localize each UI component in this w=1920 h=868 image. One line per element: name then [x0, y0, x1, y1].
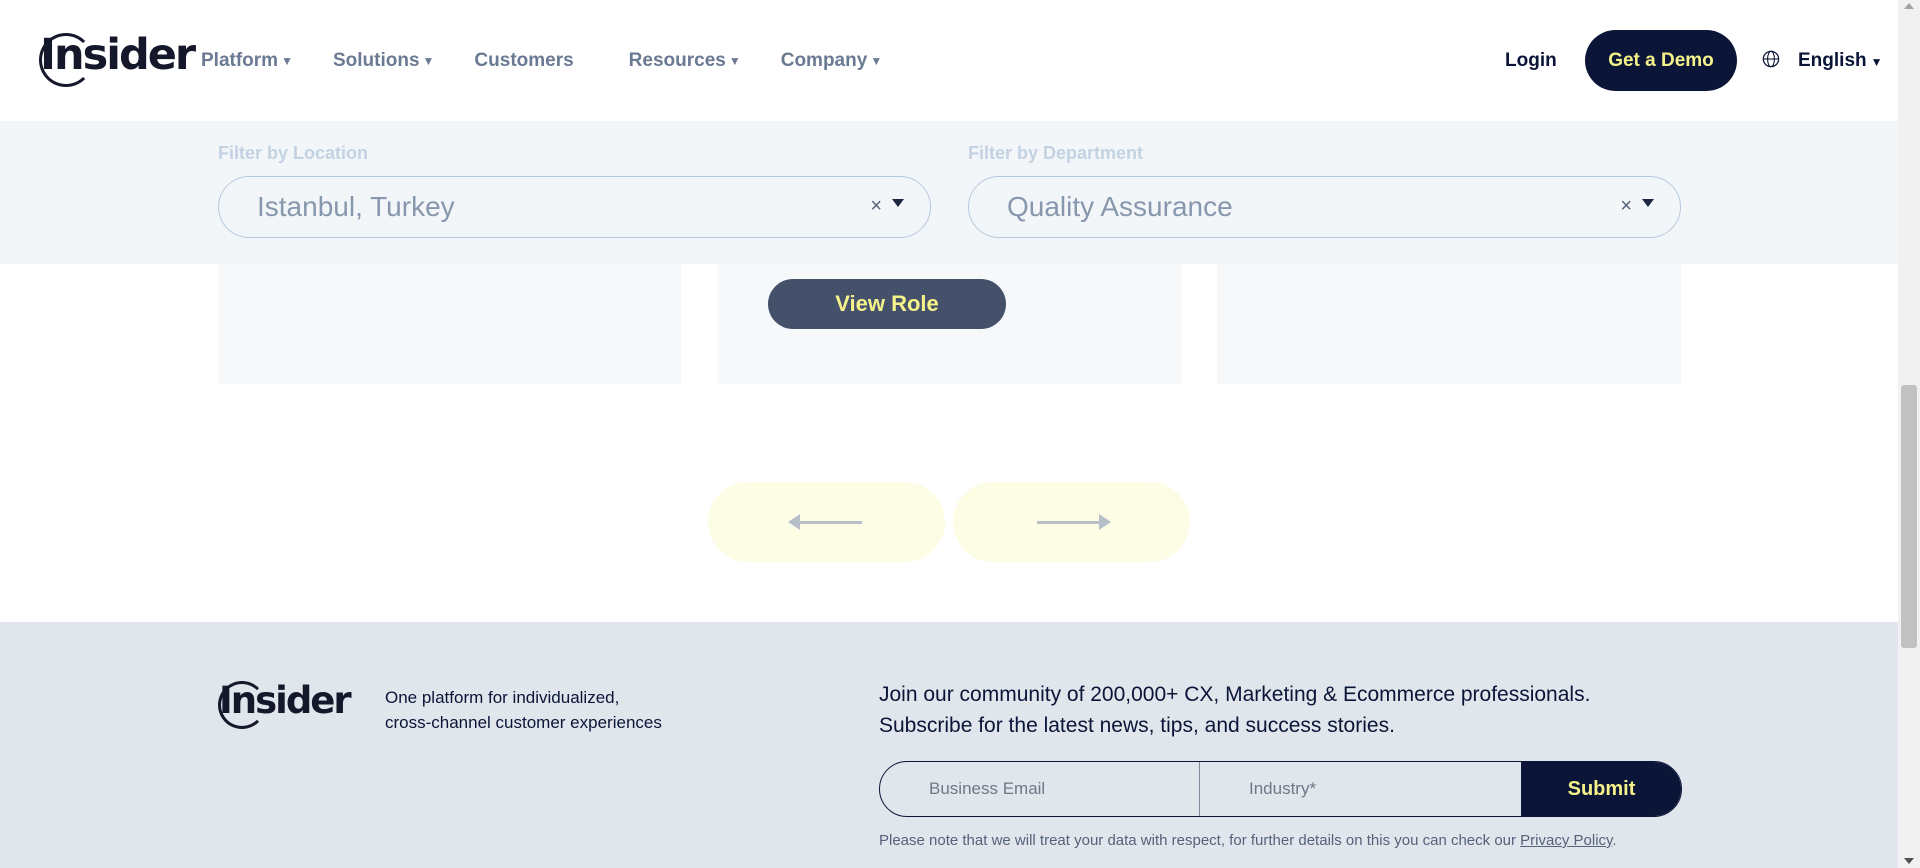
- main-nav: Platform ▼ Solutions ▼ Customers Resources…: [201, 50, 922, 72]
- privacy-policy-link[interactable]: Privacy Policy: [1520, 832, 1612, 849]
- chevron-down-icon: ▼: [870, 54, 883, 68]
- chevron-down-icon: ▼: [281, 54, 293, 68]
- job-filters: Filter by Location Istanbul, Turkey × Fi…: [0, 121, 1898, 264]
- newsletter-form: Submit: [879, 761, 1682, 817]
- job-card: [1217, 264, 1681, 384]
- newsletter-heading: Join our community of 200,000+ CX, Marke…: [879, 679, 1590, 741]
- scroll-down-icon[interactable]: [1904, 858, 1914, 864]
- logo-ring-icon: [218, 681, 266, 729]
- chevron-down-icon: ▼: [422, 54, 435, 68]
- chevron-down-icon: ▼: [1870, 55, 1883, 69]
- nav-customers-label: Customers: [474, 50, 574, 71]
- nav-company-label: Company: [780, 50, 868, 71]
- newsletter-line: Join our community of 200,000+ CX, Marke…: [879, 683, 1591, 706]
- clear-location-icon[interactable]: ×: [870, 195, 882, 218]
- footer-insider-logo[interactable]: Insider: [218, 679, 352, 729]
- nav-platform-label: Platform: [201, 50, 279, 71]
- language-selector[interactable]: English ▼: [1798, 50, 1883, 72]
- view-role-button[interactable]: View Role: [768, 279, 1006, 329]
- industry-input[interactable]: [1200, 762, 1520, 816]
- site-footer: Insider One platform for individualized,…: [0, 622, 1898, 868]
- chevron-down-icon[interactable]: [892, 199, 904, 207]
- department-select[interactable]: Quality Assurance ×: [968, 176, 1681, 238]
- location-select[interactable]: Istanbul, Turkey ×: [218, 176, 931, 238]
- clear-department-icon[interactable]: ×: [1620, 195, 1632, 218]
- footer-tagline: One platform for individualized, cross-c…: [385, 685, 662, 735]
- newsletter-line: Subscribe for the latest news, tips, and…: [879, 714, 1395, 737]
- scroll-thumb[interactable]: [1901, 385, 1917, 648]
- scroll-up-icon[interactable]: [1904, 3, 1914, 9]
- business-email-input[interactable]: [880, 762, 1200, 816]
- chevron-down-icon[interactable]: [1642, 199, 1654, 207]
- nav-solutions-label: Solutions: [332, 50, 420, 71]
- nav-platform[interactable]: Platform ▼: [201, 50, 293, 72]
- arrow-left-icon: [787, 513, 862, 530]
- privacy-note: Please note that we will treat your data…: [879, 832, 1617, 849]
- nav-solutions[interactable]: Solutions ▼: [333, 50, 434, 72]
- location-filter: Filter by Location Istanbul, Turkey ×: [218, 143, 931, 238]
- privacy-note-end: .: [1612, 832, 1617, 849]
- nav-resources-label: Resources: [628, 50, 726, 71]
- department-value: Quality Assurance: [1007, 191, 1233, 222]
- nav-customers[interactable]: Customers: [474, 50, 573, 72]
- location-value: Istanbul, Turkey: [257, 191, 455, 222]
- insider-logo[interactable]: Insider: [39, 30, 196, 87]
- department-filter: Filter by Department Quality Assurance ×: [968, 143, 1681, 238]
- submit-button[interactable]: Submit: [1521, 762, 1681, 816]
- previous-button[interactable]: [708, 482, 945, 562]
- site-header: Insider Platform ▼ Solutions ▼ Customers R…: [0, 0, 1898, 121]
- globe-icon: [1762, 50, 1780, 68]
- location-filter-label: Filter by Location: [218, 143, 369, 163]
- get-a-demo-button[interactable]: Get a Demo: [1585, 30, 1737, 91]
- language-label: English: [1798, 50, 1867, 71]
- privacy-note-text: Please note that we will treat your data…: [879, 832, 1521, 849]
- chevron-down-icon: ▼: [728, 54, 741, 68]
- arrow-right-icon: [1036, 513, 1111, 530]
- logo-ring-icon: [39, 33, 93, 87]
- nav-company[interactable]: Company ▼: [781, 50, 882, 72]
- tagline-line: cross-channel customer experiences: [385, 713, 662, 732]
- login-link[interactable]: Login: [1505, 50, 1557, 72]
- page-scrollbar[interactable]: [1898, 0, 1920, 868]
- department-filter-label: Filter by Department: [968, 143, 1144, 163]
- nav-resources[interactable]: Resources ▼: [629, 50, 741, 72]
- tagline-line: One platform for individualized,: [385, 688, 620, 707]
- next-button[interactable]: [953, 482, 1190, 562]
- job-card: [218, 264, 681, 384]
